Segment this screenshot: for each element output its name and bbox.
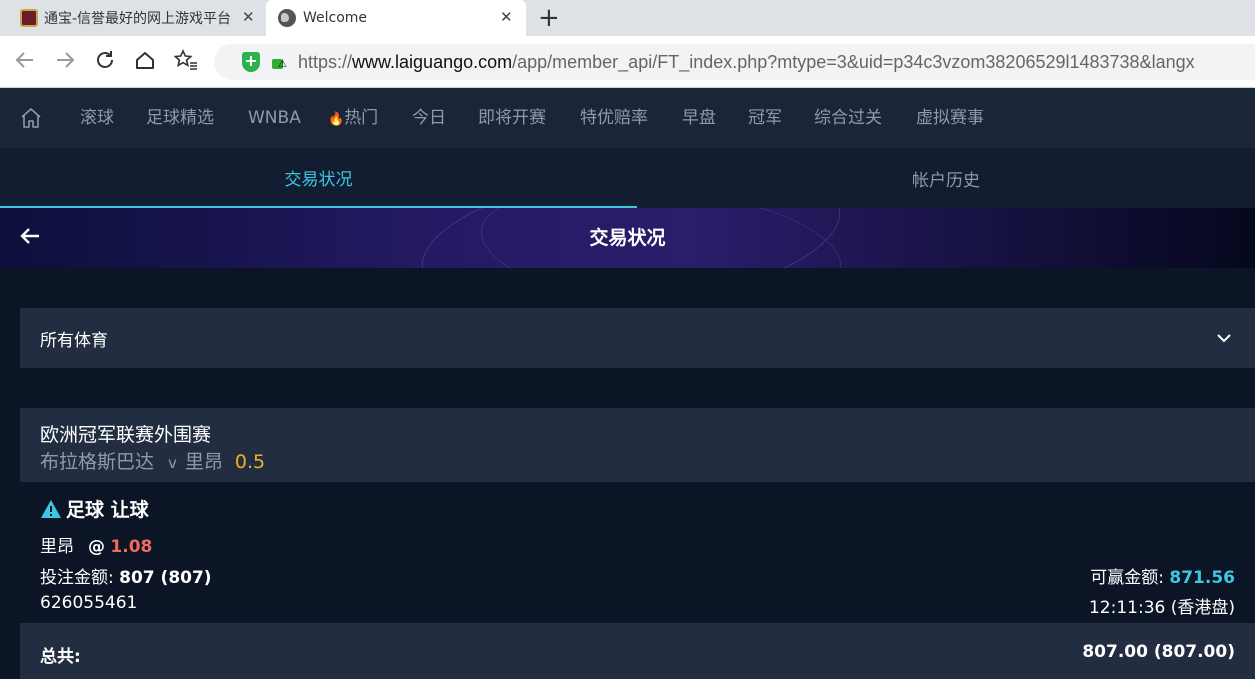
tab-title: 通宝-信誉最好的网上游戏平台 [44,11,232,27]
page-title: 交易状况 [589,227,666,249]
bookmarks-star-icon[interactable] [173,49,198,78]
nav-item-early-market[interactable]: 早盘 [682,106,716,130]
url-text[interactable]: https://www.laiguango.com/app/member_api… [298,52,1195,73]
browser-tab-tongbao[interactable]: 通宝-信誉最好的网上游戏平台 ✕ [0,0,266,36]
total-value: 807.00 (807.00) [1082,642,1235,662]
stake-value: 807 (807) [119,568,212,588]
total-label: 总共: [40,647,81,667]
nav-item-starting-soon[interactable]: 即将开赛 [478,106,546,130]
total-row: 总共: 807.00 (807.00) [20,623,1255,679]
nav-item-special-odds[interactable]: 特优赔率 [580,106,648,130]
handicap-value: 0.5 [234,451,266,473]
reload-icon[interactable] [94,49,116,78]
browser-toolbar: + ⚠ https://www.laiguango.com/app/member… [0,36,1255,88]
tab-transaction-status[interactable]: 交易状况 [0,148,637,208]
bet-type-row: 足球 让球 [40,495,149,522]
chevron-down-icon [1216,330,1232,346]
home-icon[interactable] [19,106,43,130]
globe-icon [278,9,296,27]
site-favicon-icon [20,9,38,27]
nav-item-wnba[interactable]: WNBA [248,106,301,130]
sport-filter-value: 所有体育 [40,331,108,351]
to-win-row: 可赢金额: 871.56 [1090,563,1235,588]
tab-account-history[interactable]: 帐户历史 [637,148,1255,208]
nav-item-hot[interactable]: 🔥热门 [328,106,378,132]
league-name: 欧洲冠军联赛外围赛 [40,424,212,446]
bet-time: 12:11:36 (香港盘) [1088,598,1235,618]
vs-label: v [168,454,177,472]
new-tab-button[interactable]: + [538,4,560,32]
stake-label: 投注金额: [40,568,114,588]
home-icon[interactable] [134,49,156,78]
not-secure-lock-icon[interactable]: ⚠ [272,53,288,71]
browser-tab-welcome[interactable]: Welcome ✕ [266,0,526,36]
nav-item-virtual[interactable]: 虚拟赛事 [916,106,984,130]
match-line: 布拉格斯巴达 v 里昂 0.5 [40,447,265,474]
tab-close-icon[interactable]: ✕ [242,8,255,26]
away-team: 里昂 [184,451,223,473]
ticket-id: 626055461 [40,593,138,613]
account-sub-tabs: 交易状况 帐户历史 [0,148,1255,208]
sport-filter-dropdown[interactable]: 所有体育 [20,308,1255,368]
nav-item-outright[interactable]: 冠军 [748,106,782,130]
fire-icon: 🔥 [328,112,345,127]
league-header: 欧洲冠军联赛外围赛 布拉格斯巴达 v 里昂 0.5 [20,408,1255,482]
nav-item-parlay[interactable]: 综合过关 [814,106,882,130]
url-path: /app/member_api/FT_index.php?mtype=3&uid… [512,51,1195,72]
back-arrow-icon[interactable] [14,49,36,78]
bet-type: 足球 让球 [66,499,149,521]
selection-team: 里昂 [40,537,74,557]
page-banner: 交易状况 [0,208,1255,268]
warning-triangle-icon [40,499,62,519]
sports-nav-bar: 滚球 足球精选 WNBA 🔥热门 今日 即将开赛 特优赔率 早盘 冠军 综合过关… [0,88,1255,148]
odds-value: 1.08 [110,537,153,557]
nav-item-today[interactable]: 今日 [412,106,446,130]
stake-row: 投注金额: 807 (807) [40,563,212,588]
to-win-label: 可赢金额: [1090,568,1164,588]
nav-item-label: 热门 [344,108,379,128]
forward-arrow-icon[interactable] [54,49,76,78]
tab-title: Welcome [303,10,368,26]
selection-row: 里昂 @ 1.08 [40,532,152,557]
url-domain: www.laiguango.com [352,51,513,72]
nav-item-in-play[interactable]: 滚球 [80,106,114,130]
nav-item-football-picks[interactable]: 足球精选 [146,106,214,130]
at-symbol: @ [88,537,105,557]
bet-record: 足球 让球 里昂 @ 1.08 投注金额: 807 (807) 可赢金额: 871… [20,482,1255,623]
browser-tab-bar: 通宝-信誉最好的网上游戏平台 ✕ Welcome ✕ + [0,0,1255,36]
home-team: 布拉格斯巴达 [40,451,155,473]
shield-icon[interactable]: + [242,52,260,72]
tab-close-icon[interactable]: ✕ [500,8,513,26]
url-prefix: https:// [298,51,353,72]
address-bar[interactable]: + ⚠ https://www.laiguango.com/app/member… [214,44,1255,80]
to-win-value: 871.56 [1169,568,1235,588]
